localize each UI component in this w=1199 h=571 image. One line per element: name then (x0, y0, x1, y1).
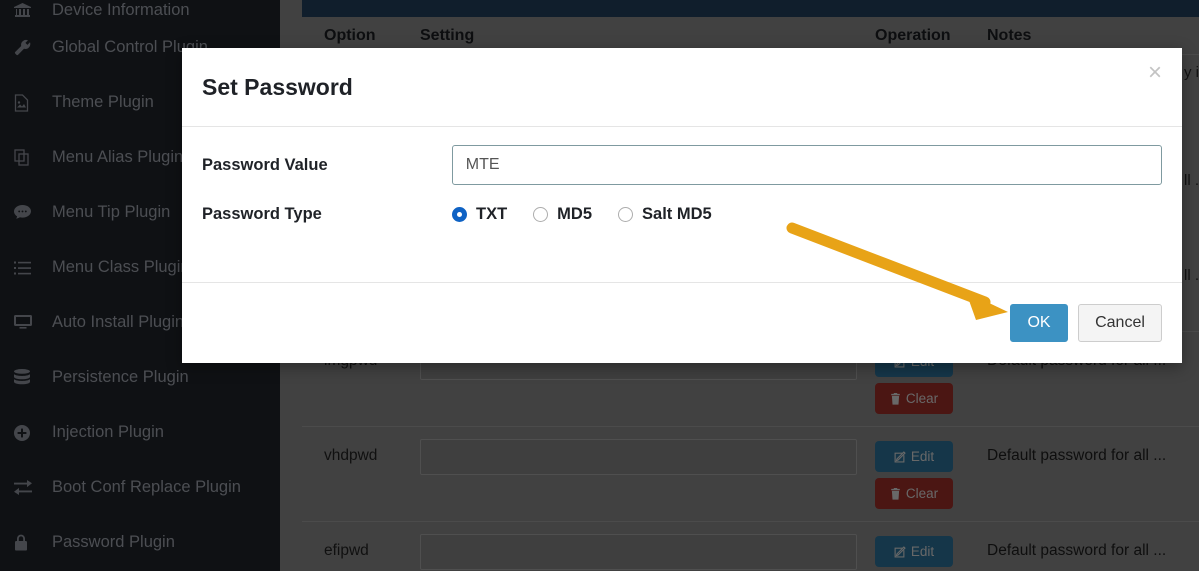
password-type-label: Password Type (202, 205, 322, 223)
close-icon[interactable]: × (1148, 61, 1162, 85)
radio-label-md5: MD5 (557, 205, 593, 223)
modal-body: Password Value Password Type TXT MD5 (182, 127, 1182, 282)
radio-label-txt: TXT (476, 205, 508, 223)
radio-indicator-md5[interactable] (533, 207, 549, 222)
set-password-modal: Set Password × Password Value Password T… (182, 48, 1182, 363)
ok-button[interactable]: OK (1010, 304, 1068, 342)
password-type-radio-group: TXT MD5 Salt MD5 (452, 205, 712, 224)
password-value-input[interactable] (451, 145, 1162, 185)
password-type-row: Password Type TXT MD5 Salt MD5 (202, 205, 1162, 224)
password-value-label: Password Value (202, 155, 328, 174)
modal-footer: OK Cancel (182, 282, 1182, 363)
radio-indicator-salt-md5[interactable] (618, 207, 634, 222)
modal-title: Set Password (202, 73, 353, 100)
password-value-row: Password Value (202, 145, 1162, 185)
cancel-button[interactable]: Cancel (1078, 304, 1162, 342)
radio-option-md5[interactable]: MD5 (533, 205, 592, 224)
app-root: Device Information Global Control Plugin… (0, 0, 1199, 571)
radio-label-salt-md5: Salt MD5 (642, 205, 712, 223)
modal-header: Set Password × (182, 48, 1182, 127)
radio-option-txt[interactable]: TXT (452, 205, 507, 224)
radio-indicator-txt[interactable] (452, 207, 467, 222)
radio-option-salt-md5[interactable]: Salt MD5 (618, 205, 712, 224)
